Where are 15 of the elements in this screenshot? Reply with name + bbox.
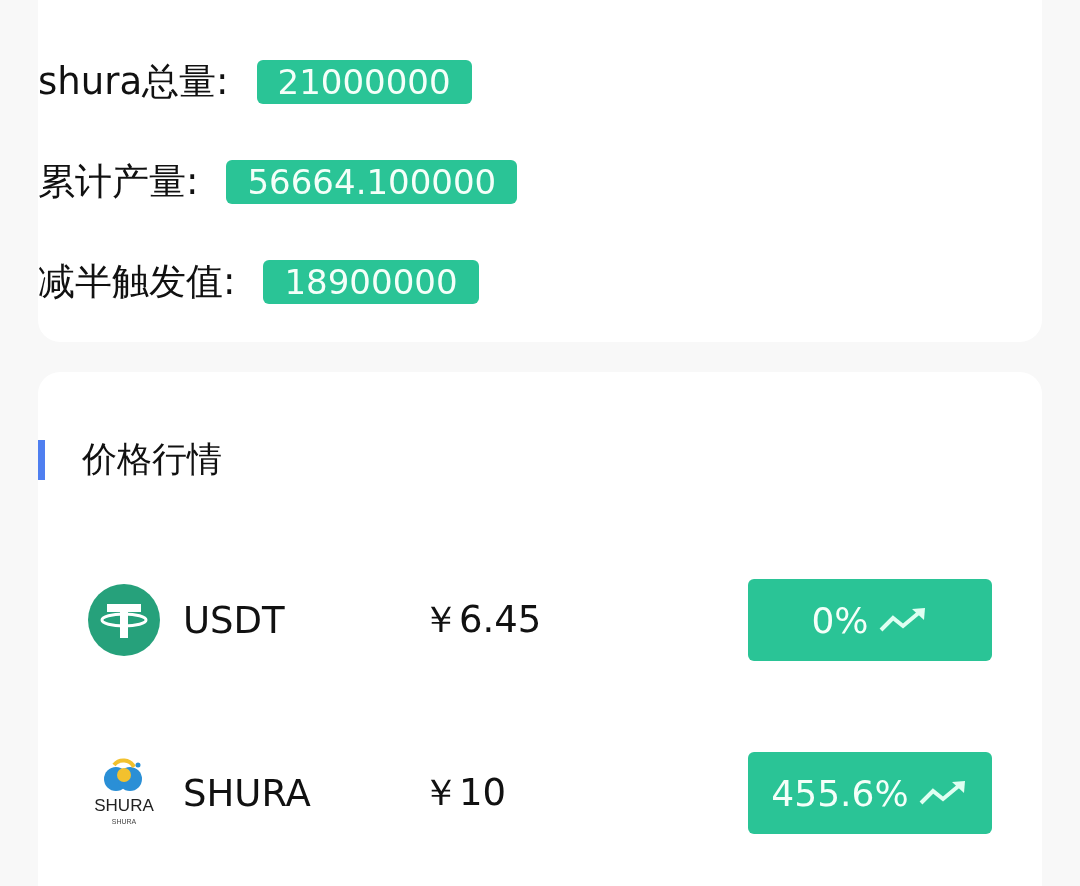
supply-value: 21000000 [256, 60, 472, 104]
price-change-button[interactable]: 0% [748, 579, 992, 661]
supply-value: 18900000 [263, 260, 479, 304]
supply-label: 累计产量: [38, 160, 199, 204]
coin-name: USDT [183, 598, 286, 642]
coin-price: ￥6.45 [422, 597, 543, 643]
supply-value: 56664.100000 [226, 160, 518, 204]
coin-price: ￥10 [422, 770, 508, 816]
heading-accent-bar [38, 439, 45, 480]
supply-label: 减半触发值: [38, 260, 236, 304]
tether-logo-icon [88, 584, 160, 656]
supply-label: shura总量: [38, 60, 229, 104]
coin-name: SHURA [183, 771, 312, 815]
section-title: 价格行情 [82, 438, 222, 481]
price-change-button[interactable]: 455.6% [748, 752, 992, 834]
